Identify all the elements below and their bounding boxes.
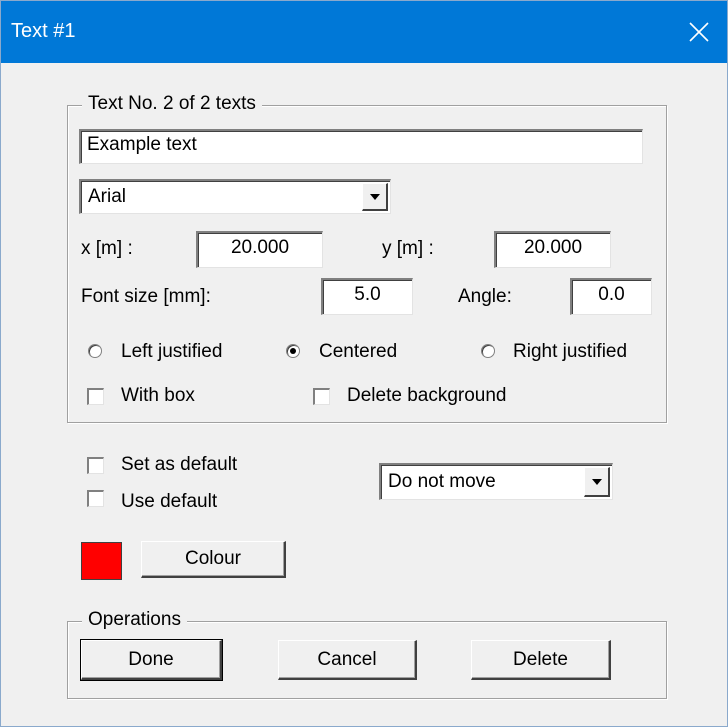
font-size-label: Font size [mm]:	[81, 286, 211, 307]
font-select-dropdown-button[interactable]	[362, 183, 388, 211]
y-input[interactable]: 20.000	[494, 231, 611, 268]
centered-label[interactable]: Centered	[319, 341, 397, 363]
text-input[interactable]: Example text	[79, 129, 643, 164]
colour-button[interactable]: Colour	[141, 541, 286, 578]
set-as-default-label[interactable]: Set as default	[121, 454, 237, 476]
done-button[interactable]: Done	[80, 639, 223, 681]
left-justified-radio[interactable]	[88, 344, 102, 358]
move-select[interactable]: Do not move	[379, 463, 613, 500]
colour-swatch	[81, 542, 122, 580]
centered-radio[interactable]	[286, 344, 300, 358]
close-icon	[689, 22, 709, 42]
x-input[interactable]: 20.000	[196, 231, 323, 268]
with-box-label[interactable]: With box	[121, 385, 195, 407]
font-select[interactable]: Arial	[79, 179, 391, 214]
chevron-down-icon	[369, 193, 380, 200]
right-justified-radio[interactable]	[481, 344, 495, 358]
x-label: x [m] :	[81, 238, 133, 259]
cancel-button[interactable]: Cancel	[278, 640, 417, 680]
with-box-checkbox[interactable]	[87, 388, 104, 405]
title-bar[interactable]: Text #1	[1, 1, 727, 63]
set-as-default-checkbox[interactable]	[87, 457, 104, 474]
font-select-value: Arial	[88, 186, 127, 207]
angle-label: Angle:	[458, 286, 512, 307]
text-dialog: Text #1 Text No. 2 of 2 texts Example te…	[0, 0, 728, 727]
chevron-down-icon	[591, 478, 602, 485]
delete-background-label[interactable]: Delete background	[347, 385, 507, 407]
use-default-checkbox[interactable]	[87, 490, 104, 507]
angle-input[interactable]: 0.0	[570, 278, 652, 315]
right-justified-label[interactable]: Right justified	[513, 341, 627, 363]
font-size-input[interactable]: 5.0	[321, 278, 413, 315]
y-label: y [m] :	[382, 238, 434, 259]
operations-legend: Operations	[82, 609, 187, 631]
text-group-legend: Text No. 2 of 2 texts	[82, 93, 262, 115]
move-select-dropdown-button[interactable]	[584, 467, 610, 497]
delete-background-checkbox[interactable]	[313, 388, 330, 405]
left-justified-label[interactable]: Left justified	[121, 341, 222, 363]
use-default-label[interactable]: Use default	[121, 491, 217, 513]
close-button[interactable]	[671, 1, 727, 63]
delete-button[interactable]: Delete	[471, 640, 611, 680]
window-title: Text #1	[11, 20, 76, 42]
move-select-value: Do not move	[388, 471, 496, 492]
